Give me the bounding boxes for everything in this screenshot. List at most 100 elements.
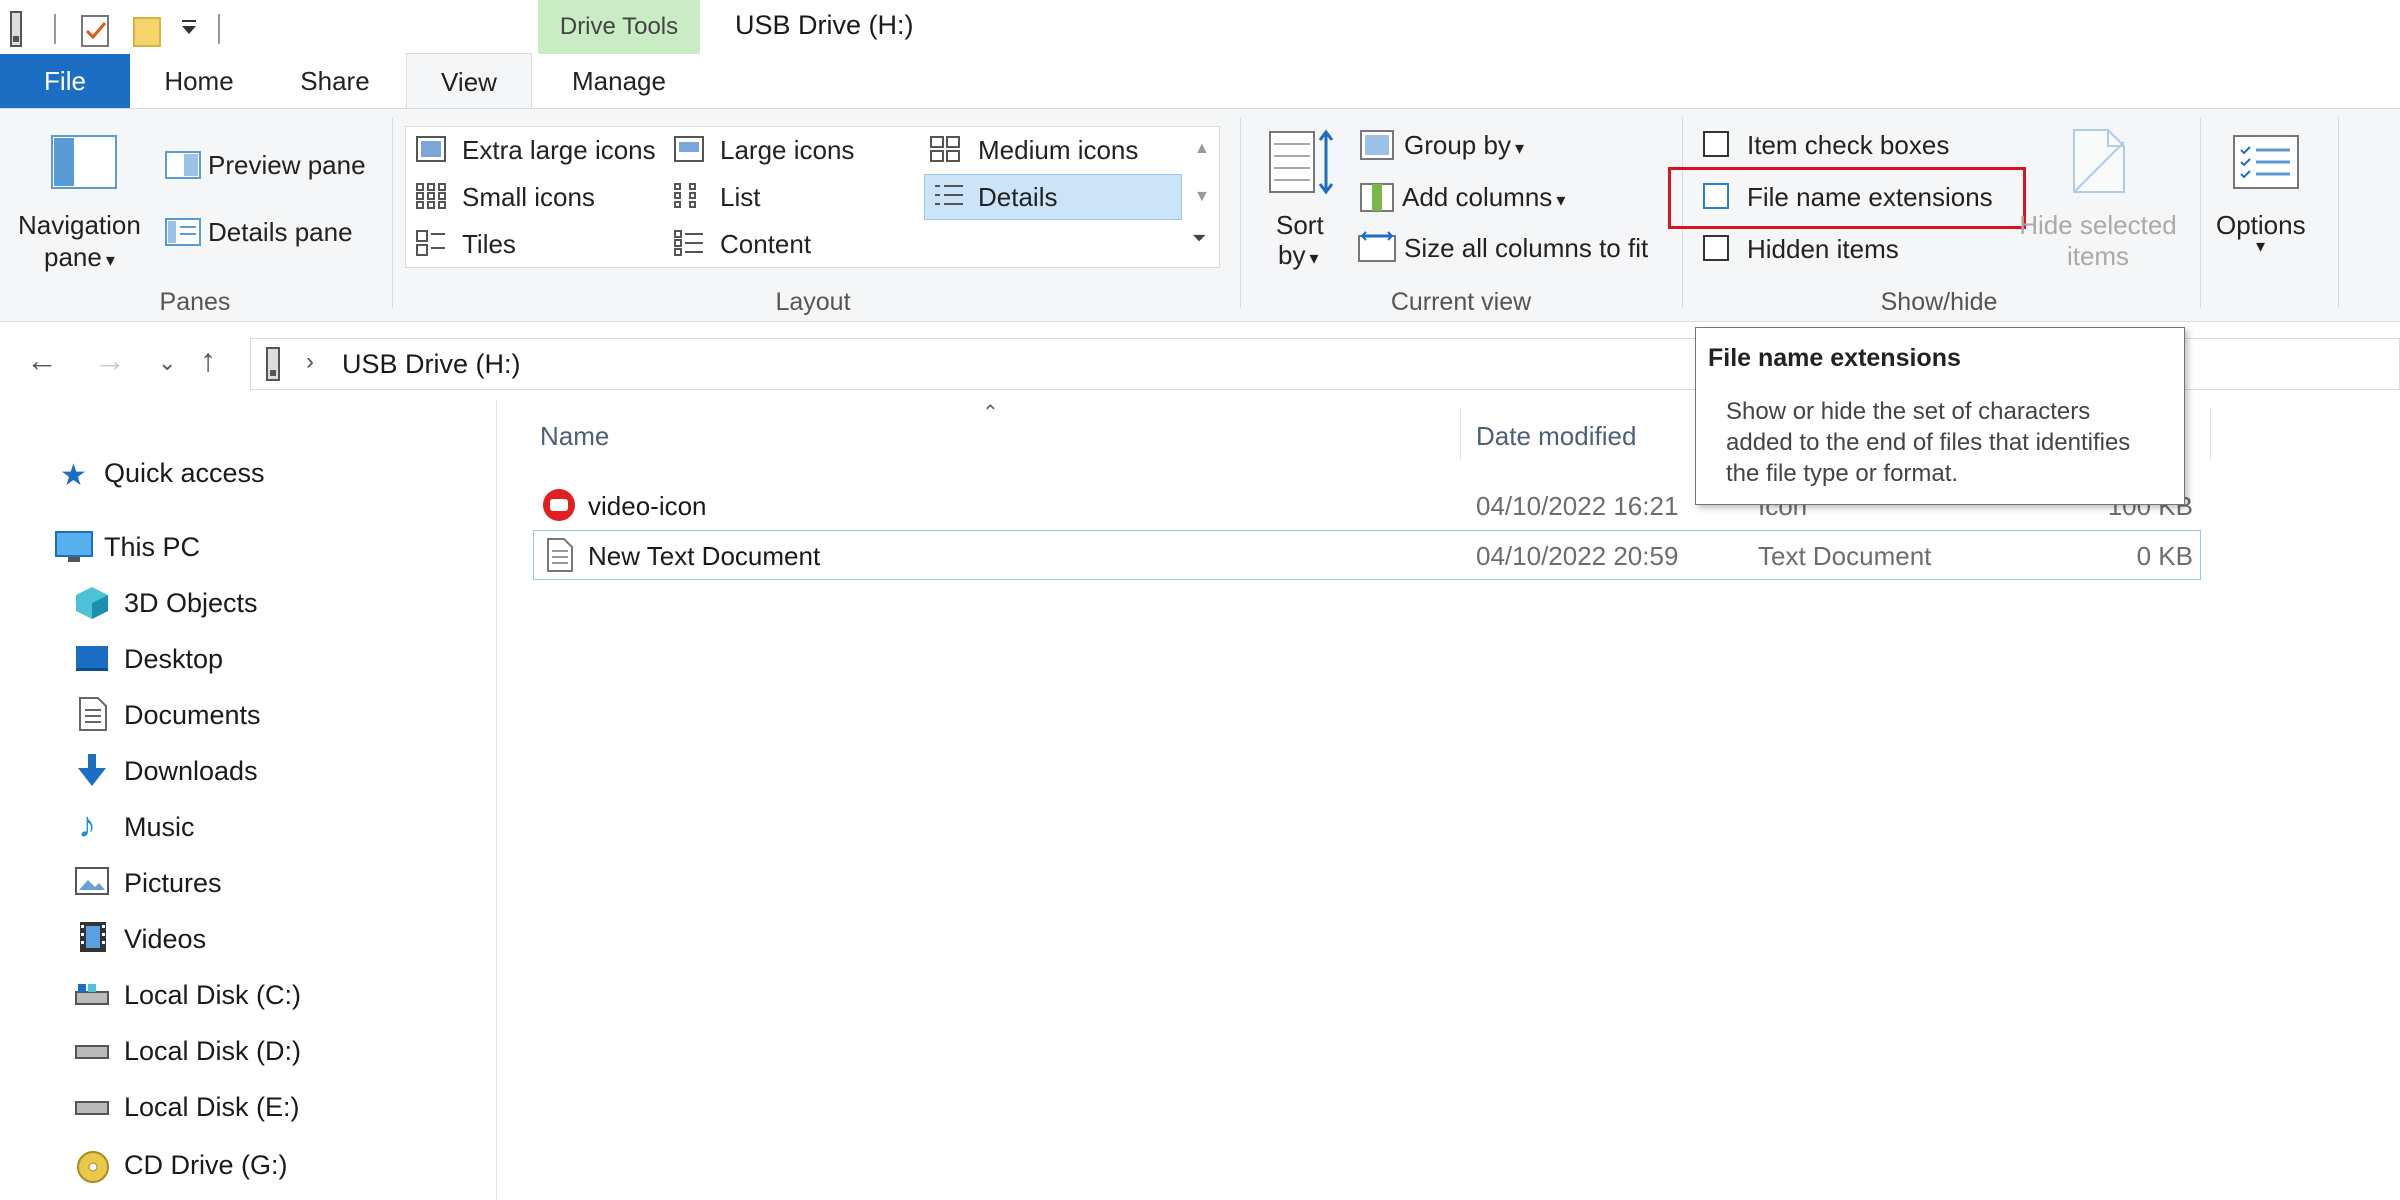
details-view-icon <box>934 183 964 216</box>
nav-item-local-disk-d[interactable]: Local Disk (D:) <box>124 1036 301 1067</box>
title-bar <box>0 0 2400 60</box>
desktop-icon <box>74 642 110 676</box>
extra-large-icons-icon <box>416 136 446 169</box>
drive-icon <box>74 1094 110 1128</box>
item-check-boxes-label[interactable]: Item check boxes <box>1747 130 1949 161</box>
window-title: USB Drive (H:) <box>735 10 914 40</box>
details-pane-button[interactable]: Details pane <box>208 217 353 248</box>
medium-icons-icon <box>930 136 960 169</box>
layout-small-icons[interactable]: Small icons <box>462 182 595 213</box>
navigation-pane-label-2[interactable]: pane <box>44 242 115 273</box>
small-icons-icon <box>416 183 446 216</box>
nav-item-videos[interactable]: Videos <box>124 924 206 955</box>
tiles-icon <box>416 230 446 263</box>
panes-group-label: Panes <box>159 288 231 316</box>
hidden-items-checkbox[interactable] <box>1703 235 1729 261</box>
new-folder-icon[interactable] <box>130 12 166 48</box>
column-separator[interactable] <box>2210 408 2211 460</box>
navigation-pane-button[interactable]: Navigation <box>18 210 141 241</box>
current-view-group-label: Current view <box>1390 288 1532 316</box>
gallery-scroll-down-icon[interactable]: ▼ <box>1194 188 1210 206</box>
layout-details[interactable]: Details <box>978 182 1057 213</box>
nav-item-downloads[interactable]: Downloads <box>124 756 258 787</box>
video-file-icon <box>542 488 576 529</box>
nav-item-local-disk-c[interactable]: Local Disk (C:) <box>124 980 301 1011</box>
qat-separator <box>218 14 220 44</box>
nav-this-pc[interactable]: This PC <box>104 532 200 563</box>
properties-icon[interactable] <box>78 12 114 48</box>
text-file-icon <box>546 537 574 580</box>
layout-list[interactable]: List <box>720 182 760 213</box>
hide-selected-icon <box>2070 128 2126 201</box>
tooltip-title: File name extensions <box>1708 344 1961 372</box>
nav-item-3d-objects[interactable]: 3D Objects <box>124 588 258 619</box>
options-dropdown-icon[interactable]: ▾ <box>2256 236 2265 257</box>
preview-pane-button[interactable]: Preview pane <box>208 150 366 181</box>
group-separator <box>2200 118 2201 308</box>
videos-icon <box>78 920 114 954</box>
up-arrow-icon[interactable]: ↑ <box>200 342 216 379</box>
drive-icon <box>74 1038 110 1072</box>
file-date-cell: 04/10/2022 20:59 <box>1476 541 1679 571</box>
back-arrow-icon[interactable]: ← <box>26 342 58 379</box>
item-check-boxes-checkbox[interactable] <box>1703 131 1729 157</box>
nav-item-cd-drive-g[interactable]: CD Drive (G:) <box>124 1150 288 1181</box>
navigation-pane-icon <box>50 134 118 197</box>
breadcrumb-chevron-icon[interactable]: › <box>306 348 314 376</box>
sort-ascending-indicator-icon: ⌃ <box>982 402 999 424</box>
file-name-cell[interactable]: video-icon <box>588 491 707 522</box>
group-separator <box>1240 118 1241 308</box>
hidden-items-label[interactable]: Hidden items <box>1747 234 1899 265</box>
layout-extra-large-icons[interactable]: Extra large icons <box>462 135 656 166</box>
nav-item-pictures[interactable]: Pictures <box>124 868 222 899</box>
group-by-button[interactable]: Group by <box>1404 130 1524 161</box>
column-separator[interactable] <box>1460 408 1461 460</box>
annotation-highlight-box <box>1668 167 2026 229</box>
customize-qat-icon[interactable] <box>178 16 202 40</box>
tab-file[interactable]: File <box>0 54 130 108</box>
group-separator <box>2338 118 2339 308</box>
layout-content[interactable]: Content <box>720 229 811 260</box>
nav-item-desktop[interactable]: Desktop <box>124 644 223 675</box>
column-header-date-modified[interactable]: Date modified <box>1476 421 1636 452</box>
documents-icon <box>78 696 114 731</box>
content-view-icon <box>674 230 704 263</box>
nav-item-music[interactable]: Music <box>124 812 195 843</box>
add-columns-button[interactable]: Add columns <box>1402 182 1565 213</box>
gallery-expand-icon[interactable]: ⏷ <box>1192 228 1206 249</box>
tab-manage[interactable]: Manage <box>536 54 702 108</box>
tab-share[interactable]: Share <box>268 54 402 108</box>
layout-large-icons[interactable]: Large icons <box>720 135 854 166</box>
nav-quick-access[interactable]: Quick access <box>104 458 265 489</box>
tab-view[interactable]: View <box>406 53 532 111</box>
layout-tiles[interactable]: Tiles <box>462 229 516 260</box>
hide-selected-label-1: Hide selected <box>2019 210 2177 240</box>
layout-group-label: Layout <box>775 288 851 316</box>
gallery-scroll-up-icon[interactable]: ▲ <box>1194 140 1210 158</box>
nav-item-local-disk-e[interactable]: Local Disk (E:) <box>124 1092 300 1123</box>
sort-by-label-1[interactable]: Sort <box>1276 210 1324 241</box>
details-pane-icon <box>164 217 202 254</box>
tab-home[interactable]: Home <box>132 54 266 108</box>
column-header-name[interactable]: Name <box>540 421 609 452</box>
file-name-cell[interactable]: New Text Document <box>588 541 820 572</box>
drive-icon <box>8 10 24 48</box>
recent-locations-icon[interactable]: ⌄ <box>158 350 176 376</box>
quick-access-star-icon: ★ <box>60 459 87 492</box>
size-columns-icon <box>1358 230 1396 269</box>
downloads-icon <box>74 752 110 786</box>
hide-selected-items-button: Hide selected items <box>2018 210 2178 272</box>
forward-arrow-icon[interactable]: → <box>94 342 126 379</box>
breadcrumb-usb-drive[interactable]: USB Drive (H:) <box>342 349 521 380</box>
options-icon <box>2232 134 2300 197</box>
cube-icon <box>74 585 110 619</box>
pictures-icon <box>74 866 110 900</box>
layout-medium-icons[interactable]: Medium icons <box>978 135 1138 166</box>
group-by-icon <box>1360 130 1394 167</box>
size-all-columns-button[interactable]: Size all columns to fit <box>1404 233 1648 264</box>
navigation-pane-label-1: Navigation <box>18 210 141 240</box>
nav-item-documents[interactable]: Documents <box>124 700 261 731</box>
sort-by-label-2[interactable]: by <box>1278 240 1319 271</box>
add-columns-icon <box>1360 180 1394 219</box>
this-pc-icon <box>54 530 94 571</box>
